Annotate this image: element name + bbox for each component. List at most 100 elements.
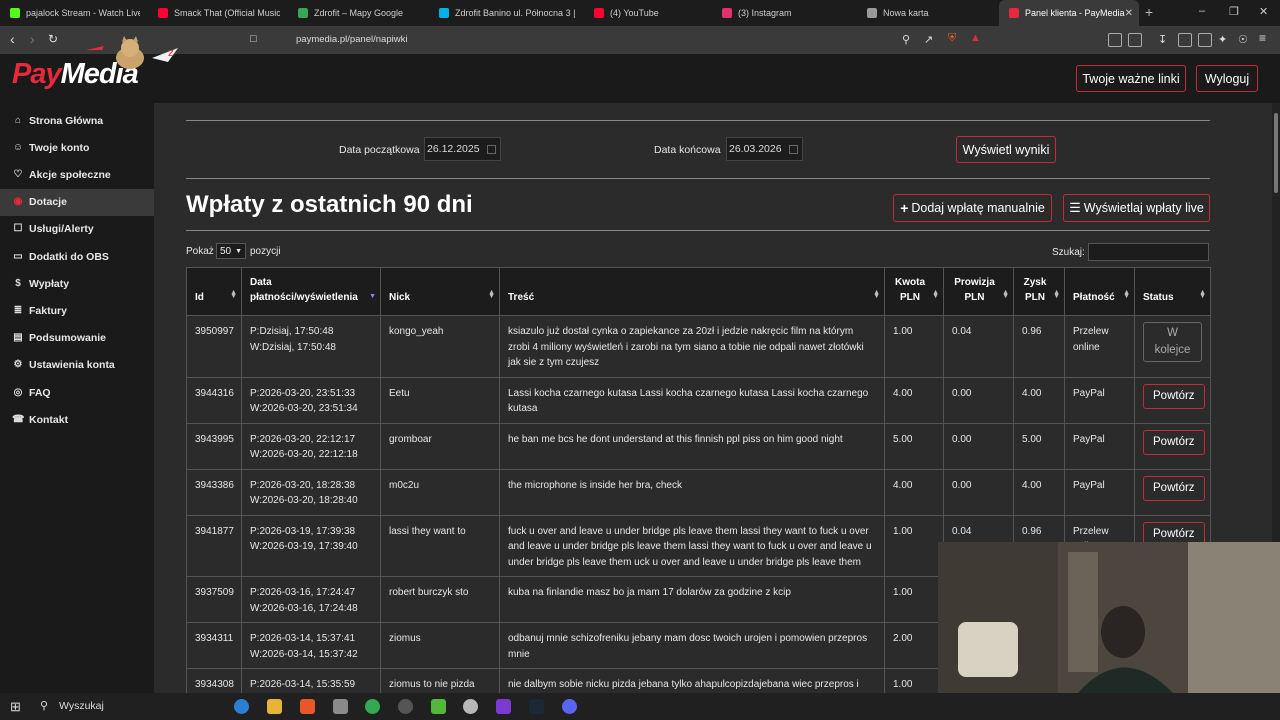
app-icon[interactable]	[333, 699, 348, 714]
column-header[interactable]: Id ▲ ▼	[186, 267, 242, 316]
zoom-icon[interactable]: ⚲	[902, 33, 910, 46]
sidebar-item-11[interactable]: ☎ Kontakt	[0, 406, 154, 433]
new-tab-button[interactable]: +	[1145, 4, 1153, 20]
show-results-button[interactable]: Wyświetl wyniki	[956, 136, 1056, 163]
browser-tab[interactable]: Zdrofit – Mapy Google	[288, 0, 422, 26]
column-header[interactable]: Treść ▲ ▼	[499, 267, 885, 316]
browser-tab[interactable]: Panel klienta - PayMedia ✕	[999, 0, 1139, 26]
text-value: nie dalbym sobie nicku pizda jebana tylk…	[508, 679, 859, 690]
rewards-icon[interactable]: ▲	[970, 32, 981, 44]
tab-favicon-icon	[1009, 8, 1019, 18]
chrome-icon[interactable]	[365, 699, 380, 714]
search-input[interactable]	[1088, 243, 1209, 261]
app-icon[interactable]	[431, 699, 446, 714]
start-date-input[interactable]: 26.12.2025	[424, 137, 501, 161]
browser-tab[interactable]: Smack That (Official Music	[148, 0, 280, 26]
sort-icon[interactable]: ▲ ▼	[1123, 289, 1130, 300]
sort-icon[interactable]: ▲ ▼	[873, 289, 880, 300]
sort-icon[interactable]: ▲ ▼	[230, 289, 237, 300]
minimize-icon[interactable]: –	[1199, 5, 1205, 17]
nick-value: robert burczyk sto	[389, 587, 469, 598]
sidebar-item-1[interactable]: ☺ Twoje konto	[0, 134, 154, 161]
column-header[interactable]: Prowizja PLN ▲ ▼	[943, 267, 1014, 316]
sort-icon[interactable]: ▼	[369, 293, 376, 300]
column-header[interactable]: Data płatności/wyświetlenia ▼	[241, 267, 381, 316]
sort-icon[interactable]: ▲ ▼	[932, 289, 939, 300]
extensions-icon[interactable]	[1108, 33, 1122, 47]
vpn-icon[interactable]: ☉	[1238, 33, 1248, 46]
sidebar-item-5[interactable]: ▭ Dodatki do OBS	[0, 243, 154, 270]
calendar-icon[interactable]	[789, 144, 798, 154]
shown-date: W:2026-03-20, 18:28:40	[250, 495, 358, 506]
close-window-icon[interactable]: ✕	[1259, 5, 1268, 18]
explorer-icon[interactable]	[267, 699, 282, 714]
sidebar-item-3[interactable]: ◉ Dotacje	[0, 188, 154, 216]
repeat-button[interactable]: Powtórz	[1143, 383, 1205, 409]
column-header[interactable]: Status ▲ ▼	[1134, 267, 1211, 316]
menu-icon[interactable]: ≡	[1259, 31, 1266, 45]
add-manual-payment-button[interactable]: + Dodaj wpłatę manualnie	[893, 194, 1052, 222]
sidebar-item-10[interactable]: ◎ FAQ	[0, 379, 154, 406]
app-icon[interactable]	[463, 699, 478, 714]
end-date-input[interactable]: 26.03.2026	[726, 137, 803, 161]
sort-icon[interactable]: ▲ ▼	[1053, 289, 1060, 300]
logout-button[interactable]: Wyloguj	[1196, 65, 1258, 92]
id-value: 3934311	[195, 633, 234, 644]
cell-status: Powtórz	[1134, 376, 1211, 424]
close-tab-icon[interactable]: ✕	[1125, 8, 1133, 19]
sidebar-item-0[interactable]: ⌂ Strona Główna	[0, 107, 154, 134]
url-field[interactable]: paymedia.pl/panel/napiwki	[296, 34, 407, 45]
app-icon[interactable]	[398, 699, 413, 714]
sort-icon[interactable]: ▲ ▼	[1199, 289, 1206, 300]
calendar-icon[interactable]	[487, 144, 496, 154]
column-header[interactable]: Zysk PLN ▲ ▼	[1013, 267, 1065, 316]
back-icon[interactable]: ‹	[10, 31, 15, 47]
maximize-icon[interactable]: ❐	[1229, 5, 1239, 18]
sidebar-item-7[interactable]: ≣ Faktury	[0, 297, 154, 324]
sort-icon[interactable]: ▲ ▼	[488, 289, 495, 300]
sidebar-toggle-icon[interactable]	[1178, 33, 1192, 47]
important-links-button[interactable]: Twoje ważne linki	[1076, 65, 1186, 92]
column-header[interactable]: Nick ▲ ▼	[380, 267, 500, 316]
app-icon[interactable]	[496, 699, 511, 714]
browser-tab[interactable]: pajalock Stream - Watch Live o	[0, 0, 140, 26]
tab-favicon-icon	[10, 8, 20, 18]
search-icon[interactable]: ⚲	[40, 699, 48, 712]
sidebar-item-8[interactable]: ▤ Podsumowanie	[0, 325, 154, 352]
edge-icon[interactable]	[234, 699, 249, 714]
browser-tab[interactable]: (3) Instagram	[712, 0, 850, 26]
repeat-button[interactable]: Powtórz	[1143, 429, 1205, 455]
browser-tab[interactable]: Nowa karta	[857, 0, 991, 26]
brave-shield-icon[interactable]: ⛨	[948, 32, 956, 45]
browser-tab[interactable]: (4) YouTube	[584, 0, 704, 26]
sidebar-item-2[interactable]: ♡ Akcje społeczne	[0, 161, 154, 188]
queued-status: W kolejce	[1143, 322, 1202, 362]
column-header[interactable]: Płatność ▲ ▼	[1064, 267, 1135, 316]
wallet-icon[interactable]	[1128, 33, 1142, 47]
taskbar-search[interactable]: Wyszukaj	[59, 700, 104, 712]
sidebar-item-4[interactable]: ☐ Usługi/Alerty	[0, 216, 154, 243]
windows-start-icon[interactable]: ⊞	[10, 699, 21, 715]
forward-icon[interactable]: ›	[30, 31, 35, 47]
sidebar-item-9[interactable]: ⚙ Ustawienia konta	[0, 352, 154, 379]
brave-icon[interactable]	[300, 699, 315, 714]
reload-icon[interactable]: ↻	[48, 32, 58, 46]
browser-tab[interactable]: Zdrofit Banino ul. Północna 3 |	[429, 0, 577, 26]
column-header[interactable]: Kwota PLN ▲ ▼	[884, 267, 944, 316]
cell-profit: 4.00	[1013, 376, 1065, 424]
sidebar-item-6[interactable]: $ Wypłaty	[0, 270, 154, 297]
bookmark-icon[interactable]: □	[250, 33, 257, 45]
reader-icon[interactable]	[1198, 33, 1212, 47]
tab-label: (3) Instagram	[738, 8, 792, 18]
show-live-payments-button[interactable]: ☰ Wyświetlaj wpłaty live	[1063, 194, 1210, 222]
steam-icon[interactable]	[529, 699, 544, 714]
share-icon[interactable]: ↗	[924, 33, 933, 46]
repeat-button[interactable]: Powtórz	[1143, 475, 1205, 501]
id-value: 3937509	[195, 587, 234, 598]
scrollbar-thumb[interactable]	[1274, 113, 1278, 193]
leo-icon[interactable]: ✦	[1218, 33, 1227, 46]
download-icon[interactable]: ↧	[1158, 33, 1167, 46]
sort-icon[interactable]: ▲ ▼	[1002, 289, 1009, 300]
discord-icon[interactable]	[562, 699, 577, 714]
page-size-select[interactable]: 50 ▼	[216, 243, 246, 259]
